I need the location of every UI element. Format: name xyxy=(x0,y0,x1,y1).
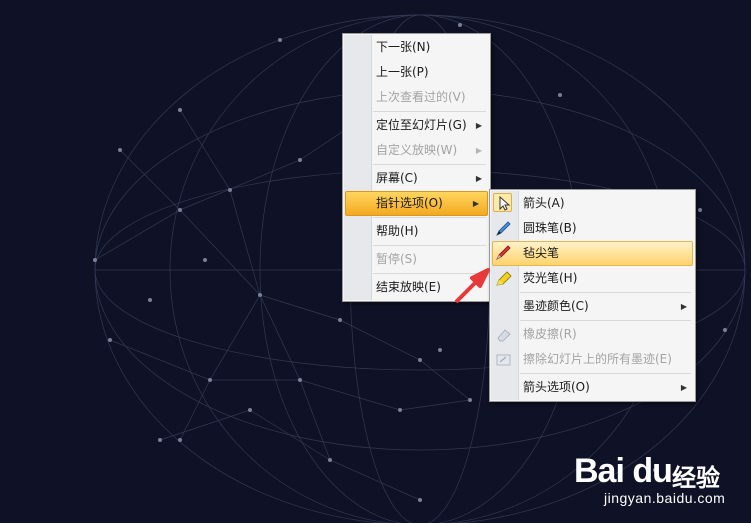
menu-separator xyxy=(373,164,486,165)
submenu-item-eraser: 橡皮擦(R) xyxy=(490,322,695,347)
menu-item-label: 荧光笔(H) xyxy=(523,271,578,285)
menu-item-label: 上一张(P) xyxy=(376,65,429,79)
menu-item-label: 帮助(H) xyxy=(376,224,419,238)
menu-item-help[interactable]: 帮助(H) xyxy=(343,219,490,244)
erase-all-icon xyxy=(496,354,511,366)
menu-item-label: 自定义放映(W) xyxy=(376,143,458,157)
menu-item-label: 箭头(A) xyxy=(523,196,565,210)
submenu-item-highlighter[interactable]: 荧光笔(H) xyxy=(490,266,695,291)
menu-item-label: 墨迹颜色(C) xyxy=(523,299,589,313)
menu-item-label: 屏幕(C) xyxy=(376,171,418,185)
submenu-arrow-icon: ▶ xyxy=(475,174,482,183)
menu-separator xyxy=(373,111,486,112)
menu-item-label: 指针选项(O) xyxy=(376,196,443,210)
menu-item-label: 结束放映(E) xyxy=(376,280,441,294)
ballpoint-pen-icon xyxy=(496,221,511,236)
menu-item-previous[interactable]: 上一张(P) xyxy=(343,60,490,85)
submenu-arrow-icon: ▶ xyxy=(475,146,482,155)
highlighter-icon xyxy=(496,271,512,286)
menu-item-label: 上次查看过的(V) xyxy=(376,90,466,104)
menu-separator xyxy=(520,292,691,293)
menu-item-label: 箭头选项(O) xyxy=(523,380,590,394)
submenu-arrow-icon: ▶ xyxy=(475,121,482,130)
cursor-arrow-icon xyxy=(499,195,511,211)
submenu-item-ballpoint-pen[interactable]: 圆珠笔(B) xyxy=(490,216,695,241)
menu-item-label: 暂停(S) xyxy=(376,252,417,266)
menu-item-screen[interactable]: 屏幕(C) ▶ xyxy=(343,166,490,191)
submenu-arrow-icon: ▶ xyxy=(680,302,687,311)
menu-item-pointer-options[interactable]: 指针选项(O) ▶ xyxy=(345,191,488,216)
menu-separator xyxy=(520,320,691,321)
menu-separator xyxy=(373,245,486,246)
watermark-url: jingyan.baidu.com xyxy=(604,490,726,506)
felt-tip-pen-icon xyxy=(496,245,511,260)
submenu-arrow-icon: ▶ xyxy=(680,383,687,392)
eraser-icon xyxy=(497,329,511,342)
menu-item-label: 毡尖笔 xyxy=(523,246,560,260)
menu-item-label: 定位至幻灯片(G) xyxy=(376,118,467,132)
submenu-item-arrow[interactable]: 箭头(A) xyxy=(490,191,695,216)
submenu-item-erase-all: 擦除幻灯片上的所有墨迹(E) xyxy=(490,347,695,372)
jingyan-logo-text: 经验 xyxy=(672,464,720,492)
pointer-options-submenu: 箭头(A) 圆珠笔(B) 毡尖笔 荧光笔(H) 墨迹颜色(C) ▶ 橡皮擦(R)… xyxy=(489,189,696,402)
submenu-item-felt-tip-pen[interactable]: 毡尖笔 xyxy=(492,241,693,266)
menu-item-next[interactable]: 下一张(N) xyxy=(343,35,490,60)
submenu-item-arrow-options[interactable]: 箭头选项(O) ▶ xyxy=(490,375,695,400)
menu-item-label: 橡皮擦(R) xyxy=(523,327,577,341)
menu-item-last-viewed: 上次查看过的(V) xyxy=(343,85,490,110)
baidu-logo: Bai du xyxy=(574,452,673,490)
menu-item-label: 圆珠笔(B) xyxy=(523,221,577,235)
menu-separator xyxy=(520,373,691,374)
red-annotation-arrow-icon xyxy=(454,268,490,304)
menu-item-custom-show: 自定义放映(W) ▶ xyxy=(343,138,490,163)
menu-item-label: 下一张(N) xyxy=(376,40,431,54)
menu-separator xyxy=(373,217,486,218)
submenu-arrow-icon: ▶ xyxy=(472,199,479,208)
menu-item-go-to-slide[interactable]: 定位至幻灯片(G) ▶ xyxy=(343,113,490,138)
submenu-item-ink-color[interactable]: 墨迹颜色(C) ▶ xyxy=(490,294,695,319)
menu-item-label: 擦除幻灯片上的所有墨迹(E) xyxy=(523,352,672,366)
